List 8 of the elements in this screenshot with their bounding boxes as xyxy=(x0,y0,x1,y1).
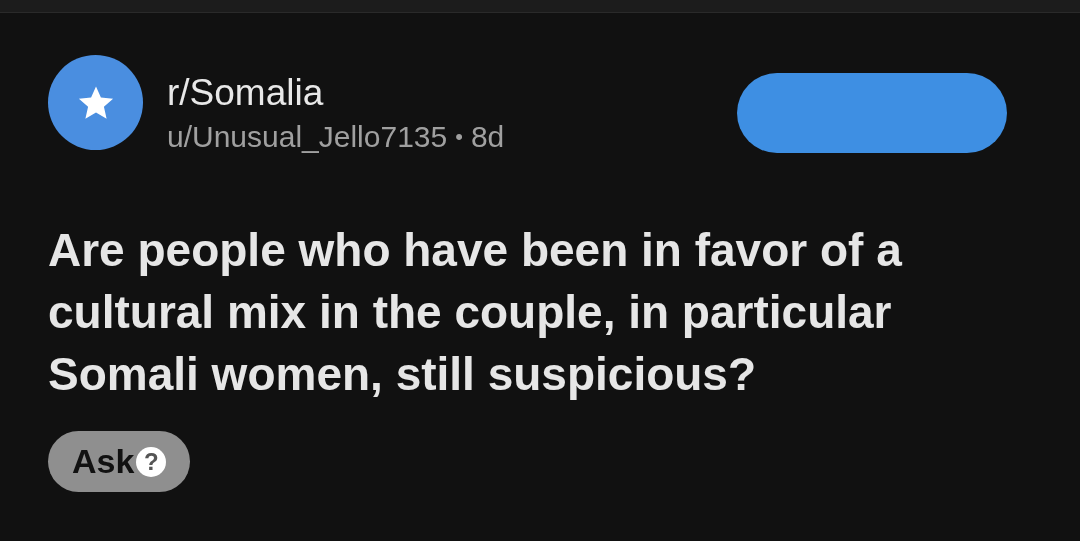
flair-label: Ask xyxy=(72,441,135,482)
author-name[interactable]: u/Unusual_Jello7135 xyxy=(167,117,448,157)
subreddit-name[interactable]: r/Somalia xyxy=(167,71,505,115)
flair-tag[interactable]: Ask ? xyxy=(48,431,191,492)
post-age: 8d xyxy=(470,119,505,155)
separator: • xyxy=(455,123,463,151)
help-icon: ? xyxy=(136,446,167,477)
post-title: Are people who have been in favor of a cultural mix in the couple, in particular Somali women, still suspicious? xyxy=(48,223,903,402)
